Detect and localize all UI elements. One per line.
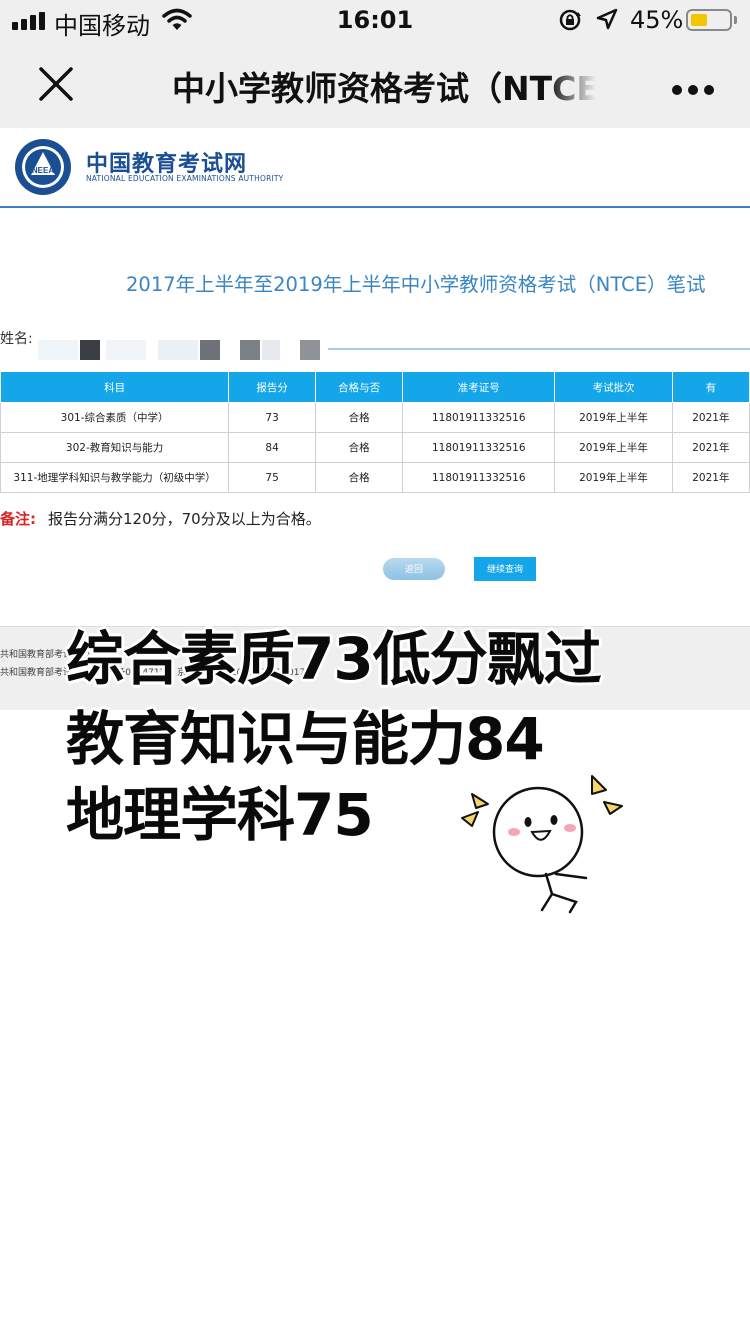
location-icon xyxy=(596,8,618,30)
battery-level xyxy=(691,14,707,26)
cell-score: 84 xyxy=(228,432,316,463)
table-row: 311-地理学科知识与教学能力（初级中学） 75 合格 118019113325… xyxy=(0,462,750,493)
note-label: 备注: xyxy=(0,510,36,528)
caption-line-3: 地理学科75 xyxy=(66,781,374,849)
caption-line-1: 综合素质73低分飘过 xyxy=(66,625,602,693)
cell-ticket-number: 11801911332516 xyxy=(402,402,556,433)
header-pass: 合格与否 xyxy=(314,371,404,403)
cell-exam-batch: 2019年上半年 xyxy=(554,432,673,463)
close-icon[interactable] xyxy=(38,66,74,102)
cell-ticket-number: 11801911332516 xyxy=(402,432,556,463)
battery-percent: 45% xyxy=(630,6,684,34)
cell-valid-until: 2021年 xyxy=(671,462,750,493)
cell-exam-batch: 2019年上半年 xyxy=(554,402,673,433)
cell-pass: 合格 xyxy=(314,402,404,433)
score-table: 科目 报告分 合格与否 准考证号 考试批次 有 301-综合素质（中学） 73 … xyxy=(0,371,750,493)
header-exam-batch: 考试批次 xyxy=(554,371,673,403)
cell-ticket-number: 11801911332516 xyxy=(402,462,556,493)
cell-subject: 301-综合素质（中学） xyxy=(0,402,230,433)
happy-stickman-icon xyxy=(461,775,623,914)
cell-subject: 311-地理学科知识与教学能力（初级中学） xyxy=(0,462,230,493)
name-row: 姓名: xyxy=(0,326,750,360)
cell-valid-until: 2021年 xyxy=(671,432,750,463)
page-title: 中小学教师资格考试（NTCE xyxy=(172,69,599,108)
table-row: 301-综合素质（中学） 73 合格 11801911332516 2019年上… xyxy=(0,402,750,433)
note-text: 报告分满分120分，70分及以上为合格。 xyxy=(48,510,321,528)
orientation-lock-icon xyxy=(559,9,581,31)
cell-pass: 合格 xyxy=(314,462,404,493)
table-header-row: 科目 报告分 合格与否 准考证号 考试批次 有 xyxy=(0,371,750,403)
site-logo-subtitle: NATIONAL EDUCATION EXAMINATIONS AUTHORIT… xyxy=(86,174,284,183)
svg-text:NEEA: NEEA xyxy=(32,166,54,175)
cell-score: 75 xyxy=(228,462,316,493)
name-label: 姓名: xyxy=(0,331,33,347)
header-subject: 科目 xyxy=(0,371,230,403)
caption-line-2: 教育知识与能力84 xyxy=(66,705,545,773)
battery-icon xyxy=(686,9,732,31)
title-fade xyxy=(548,60,608,108)
header-score: 报告分 xyxy=(228,371,316,403)
cell-subject: 302-教育知识与能力 xyxy=(0,432,230,463)
cell-valid-until: 2021年 xyxy=(671,402,750,433)
header-ticket-number: 准考证号 xyxy=(402,371,556,403)
cell-exam-batch: 2019年上半年 xyxy=(554,462,673,493)
more-icon[interactable] xyxy=(672,80,720,99)
site-header: NEEA 中国教育考试网 NATIONAL EDUCATION EXAMINAT… xyxy=(0,128,750,208)
status-bar: 中国移动 16:01 45% xyxy=(0,0,750,40)
neea-emblem-icon: NEEA xyxy=(15,139,71,195)
cell-pass: 合格 xyxy=(314,432,404,463)
continue-query-button[interactable]: 继续查询 xyxy=(474,557,536,581)
table-row: 302-教育知识与能力 84 合格 11801911332516 2019年上半… xyxy=(0,432,750,463)
cell-score: 73 xyxy=(228,402,316,433)
header-valid-until: 有 xyxy=(671,371,750,403)
back-button[interactable]: 返回 xyxy=(383,558,445,580)
score-note: 备注: 报告分满分120分，70分及以上为合格。 xyxy=(0,508,321,529)
battery-tip xyxy=(734,16,737,24)
results-heading: 2017年上半年至2019年上半年中小学教师资格考试（NTCE）笔试 xyxy=(126,273,706,296)
name-redacted xyxy=(38,340,328,360)
webview-nav-bar: 中小学教师资格考试（NTCE xyxy=(0,40,750,128)
name-underline xyxy=(328,348,750,350)
